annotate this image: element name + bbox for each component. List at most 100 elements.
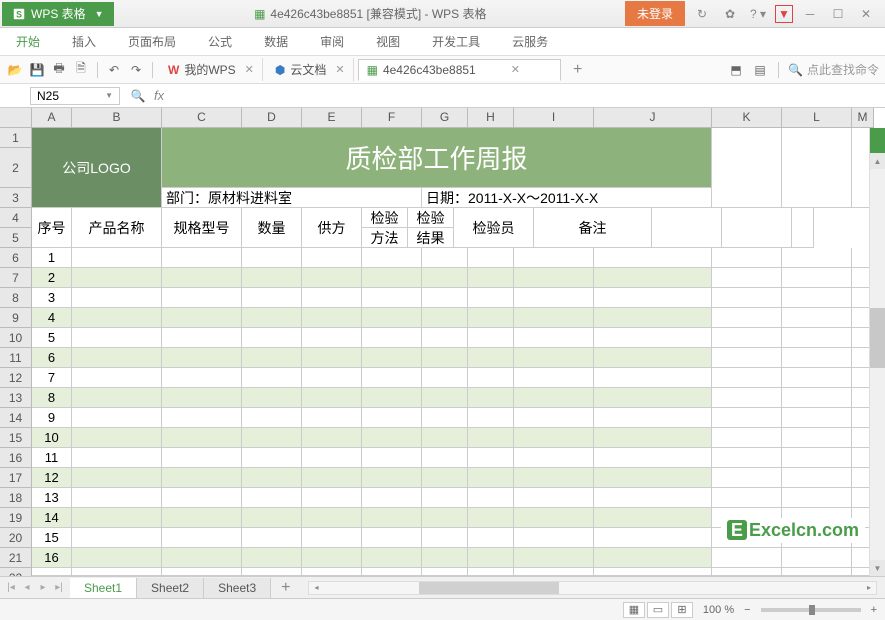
add-sheet-button[interactable]: + <box>271 579 300 597</box>
column-header[interactable]: H <box>468 108 514 128</box>
cell[interactable]: 2 <box>32 268 72 288</box>
cell[interactable] <box>712 428 782 448</box>
cell[interactable] <box>514 468 594 488</box>
cell[interactable] <box>242 528 302 548</box>
tab-document[interactable]: ▦ 4e426c43be8851 ✕ <box>358 59 561 81</box>
menu-start[interactable]: 开始 <box>10 29 46 54</box>
column-header[interactable]: K <box>712 108 782 128</box>
cell[interactable] <box>162 408 242 428</box>
cell[interactable] <box>162 308 242 328</box>
cell[interactable] <box>468 268 514 288</box>
cell[interactable] <box>422 388 468 408</box>
page-view-icon[interactable]: ▭ <box>647 602 669 618</box>
cell[interactable] <box>594 448 712 468</box>
cell[interactable] <box>782 268 852 288</box>
cell[interactable] <box>362 468 422 488</box>
menu-review[interactable]: 审阅 <box>314 29 350 54</box>
cell[interactable]: 规格型号 <box>162 208 242 248</box>
cell[interactable] <box>302 508 362 528</box>
cell[interactable] <box>514 528 594 548</box>
row-header[interactable]: 17 <box>0 468 32 488</box>
cell[interactable]: 4 <box>32 308 72 328</box>
cell[interactable] <box>422 328 468 348</box>
cell[interactable] <box>514 348 594 368</box>
zoom-slider[interactable] <box>761 608 861 612</box>
column-header[interactable]: G <box>422 108 468 128</box>
cell[interactable] <box>162 568 242 576</box>
cell[interactable] <box>242 328 302 348</box>
cell[interactable] <box>362 388 422 408</box>
row-header[interactable]: 13 <box>0 388 32 408</box>
cell[interactable]: 15 <box>32 528 72 548</box>
cell[interactable] <box>242 568 302 576</box>
cell[interactable] <box>652 208 722 248</box>
menu-formula[interactable]: 公式 <box>202 29 238 54</box>
cell[interactable] <box>792 208 814 248</box>
close-icon[interactable]: ✕ <box>511 63 520 76</box>
row-header[interactable]: 2 <box>0 148 32 188</box>
zoom-level[interactable]: 100 % <box>703 604 734 616</box>
scroll-down-icon[interactable]: ▼ <box>870 560 885 576</box>
cell[interactable] <box>72 408 162 428</box>
fx-icon[interactable]: fx <box>150 88 168 103</box>
cell[interactable] <box>782 388 852 408</box>
cell[interactable] <box>72 428 162 448</box>
cell[interactable] <box>72 548 162 568</box>
cell[interactable] <box>468 288 514 308</box>
cell[interactable]: 14 <box>32 508 72 528</box>
column-header[interactable]: F <box>362 108 422 128</box>
cell[interactable] <box>782 308 852 328</box>
cell[interactable] <box>422 268 468 288</box>
row-header[interactable]: 21 <box>0 548 32 568</box>
zoom-thumb[interactable] <box>809 605 815 615</box>
chevron-down-icon[interactable]: ▼ <box>95 9 104 19</box>
prev-sheet-icon[interactable]: ◂ <box>20 582 34 593</box>
cell[interactable] <box>362 348 422 368</box>
cell[interactable]: 6 <box>32 348 72 368</box>
cell[interactable] <box>162 508 242 528</box>
cell[interactable] <box>782 288 852 308</box>
cell[interactable] <box>362 408 422 428</box>
row-header[interactable]: 20 <box>0 528 32 548</box>
menu-layout[interactable]: 页面布局 <box>122 29 182 54</box>
cell[interactable]: 12 <box>32 468 72 488</box>
cell[interactable]: 检验 <box>362 208 408 228</box>
cell[interactable] <box>712 388 782 408</box>
cell[interactable] <box>242 488 302 508</box>
cell[interactable]: 部门：原材料进料室 <box>162 188 422 208</box>
cell[interactable] <box>162 268 242 288</box>
cell[interactable]: 1 <box>32 248 72 268</box>
cell[interactable] <box>468 368 514 388</box>
cell[interactable] <box>422 248 468 268</box>
cell[interactable] <box>422 428 468 448</box>
cell[interactable] <box>302 308 362 328</box>
cell[interactable] <box>514 328 594 348</box>
cell[interactable]: 8 <box>32 388 72 408</box>
cell[interactable] <box>362 328 422 348</box>
row-header[interactable]: 18 <box>0 488 32 508</box>
search-icon[interactable]: 🔍 <box>126 89 150 103</box>
cell[interactable] <box>514 408 594 428</box>
cell[interactable] <box>162 528 242 548</box>
sheet-tab-3[interactable]: Sheet3 <box>204 578 271 598</box>
cell[interactable] <box>242 268 302 288</box>
cell[interactable] <box>514 248 594 268</box>
cell[interactable] <box>514 568 594 576</box>
row-header[interactable]: 4 <box>0 208 32 228</box>
cell[interactable] <box>782 408 852 428</box>
cell[interactable] <box>302 548 362 568</box>
cell[interactable] <box>242 348 302 368</box>
cell[interactable] <box>594 348 712 368</box>
cell[interactable] <box>302 568 362 576</box>
cell[interactable] <box>782 468 852 488</box>
cell[interactable] <box>468 348 514 368</box>
cell[interactable] <box>242 468 302 488</box>
cell[interactable] <box>302 268 362 288</box>
cell[interactable] <box>594 508 712 528</box>
column-header[interactable]: L <box>782 108 852 128</box>
row-header[interactable]: 7 <box>0 268 32 288</box>
cell[interactable] <box>302 528 362 548</box>
cell[interactable] <box>362 428 422 448</box>
cell[interactable] <box>72 288 162 308</box>
cell[interactable] <box>422 468 468 488</box>
